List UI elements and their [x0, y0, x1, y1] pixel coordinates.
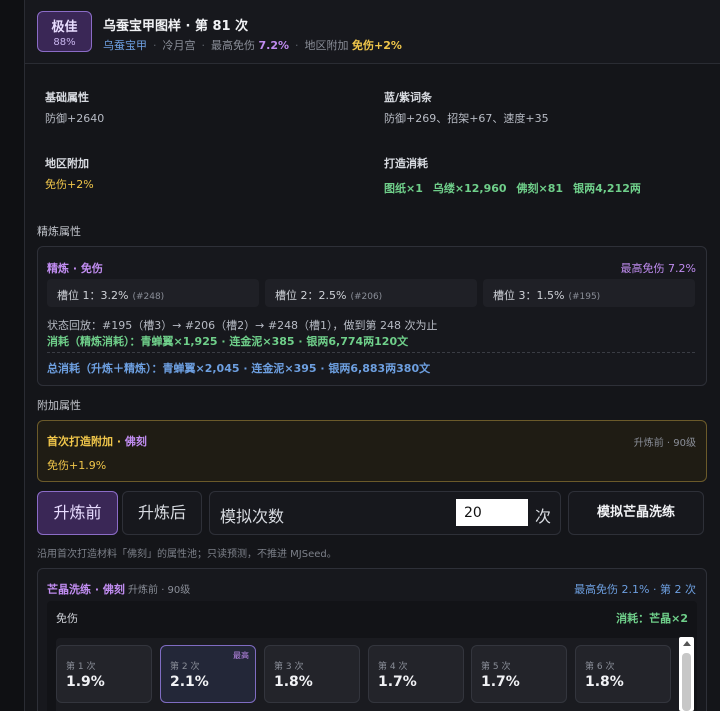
scroll-thumb[interactable]	[682, 653, 691, 711]
bluepurple-label: 蓝/紫词条	[384, 91, 433, 104]
region-attr-label: 地区附加	[45, 157, 89, 170]
simulation-count-unit: 次	[535, 507, 552, 526]
result-consume: 消耗：芒晶×2	[616, 612, 688, 625]
try-card: 第 5 次 1.7%	[471, 645, 567, 703]
refine-slot-2: 槽位 2：2.5% (#206)	[265, 279, 477, 307]
simulate-button[interactable]: 模拟芒晶洗练	[568, 491, 704, 535]
region-attr-value: 免伤+2%	[45, 178, 94, 191]
extra-value: 免伤+1.9%	[47, 459, 107, 472]
tab-after-upgrade[interactable]: 升炼后	[122, 491, 202, 535]
refine-max: 最高免伤 7.2%	[620, 262, 696, 275]
try-card: 第 4 次 1.7%	[368, 645, 464, 703]
refine-title: 精炼 · 免伤	[47, 262, 103, 275]
extra-title: 首次打造附加 · 佛刻	[47, 435, 147, 448]
try-card: 第 3 次 1.8%	[264, 645, 360, 703]
max-label: 最高免伤	[211, 39, 255, 52]
refine-slot-3: 槽位 3：1.5% (#195)	[483, 279, 695, 307]
state-replay: 状态回放：#195（槽3）→ #206（槽2）→ #248（槽1），做到第 24…	[47, 319, 438, 332]
item-name[interactable]: 乌蚕宝甲	[103, 39, 147, 52]
cost-item: 佛刻×81	[516, 182, 564, 195]
base-attr-label: 基础属性	[45, 91, 89, 104]
cost-item: 乌缕×12,960	[432, 182, 507, 195]
grade-badge: 极佳 88%	[37, 11, 92, 52]
tab-before-upgrade[interactable]: 升炼前	[37, 491, 118, 535]
result-attr: 免伤	[56, 612, 78, 625]
grade-percent: 88%	[53, 37, 76, 48]
page-title: 乌蚕宝甲图样 · 第 81 次	[103, 19, 249, 34]
try-card: 第 6 次 1.8%	[575, 645, 671, 703]
extra-card	[37, 420, 707, 482]
extra-level: 升炼前 · 90级	[633, 438, 696, 449]
total-cost: 总消耗（升炼＋精炼）：青蝉翼×2,045 · 连金泥×395 · 银两6,883…	[47, 362, 431, 375]
cost-item: 图纸×1	[384, 182, 423, 195]
extra-section-title: 附加属性	[37, 399, 81, 412]
result-best: 最高免伤 2.1% · 第 2 次	[574, 583, 696, 596]
simulation-count-input[interactable]	[456, 499, 528, 526]
bluepurple-value: 防御+269、招架+67、速度+35	[384, 112, 549, 125]
sect-name: 冷月宫	[162, 39, 196, 52]
grade-label: 极佳	[51, 20, 78, 35]
divider	[47, 352, 695, 353]
results-scrollbar[interactable]	[679, 637, 694, 711]
best-badge: 最高	[233, 651, 249, 660]
hint-text: 沿用首次打造材料「佛刻」的属性池；只读预测，不推进 MJSeed。	[37, 549, 337, 560]
scroll-up-icon[interactable]	[683, 641, 691, 646]
cost-item: 银两4,212两	[573, 182, 641, 195]
refine-section-title: 精炼属性	[37, 225, 81, 238]
simulation-count-label: 模拟次数	[220, 507, 285, 526]
try-card-best: 最高第 2 次 2.1%	[160, 645, 256, 703]
region-value: 免伤+2%	[352, 39, 402, 52]
refine-cost: 消耗（精炼消耗）：青蝉翼×1,925 · 连金泥×385 · 银两6,774两1…	[47, 335, 409, 348]
region-label: 地区附加	[304, 39, 349, 52]
craft-cost-label: 打造消耗	[384, 157, 428, 170]
refine-slot-1: 槽位 1：3.2% (#248)	[47, 279, 259, 307]
base-attr-value: 防御+2640	[45, 112, 105, 125]
header-subtitle: 乌蚕宝甲 · 冷月宫 · 最高免伤 7.2% · 地区附加 免伤+2%	[103, 39, 402, 52]
result-title: 芒晶洗练 · 佛刻 升炼前 · 90级	[47, 583, 191, 596]
max-value: 7.2%	[258, 39, 290, 52]
try-card: 第 1 次 1.9%	[56, 645, 152, 703]
craft-cost-list: 图纸×1 乌缕×12,960 佛刻×81 银两4,212两	[384, 180, 651, 196]
